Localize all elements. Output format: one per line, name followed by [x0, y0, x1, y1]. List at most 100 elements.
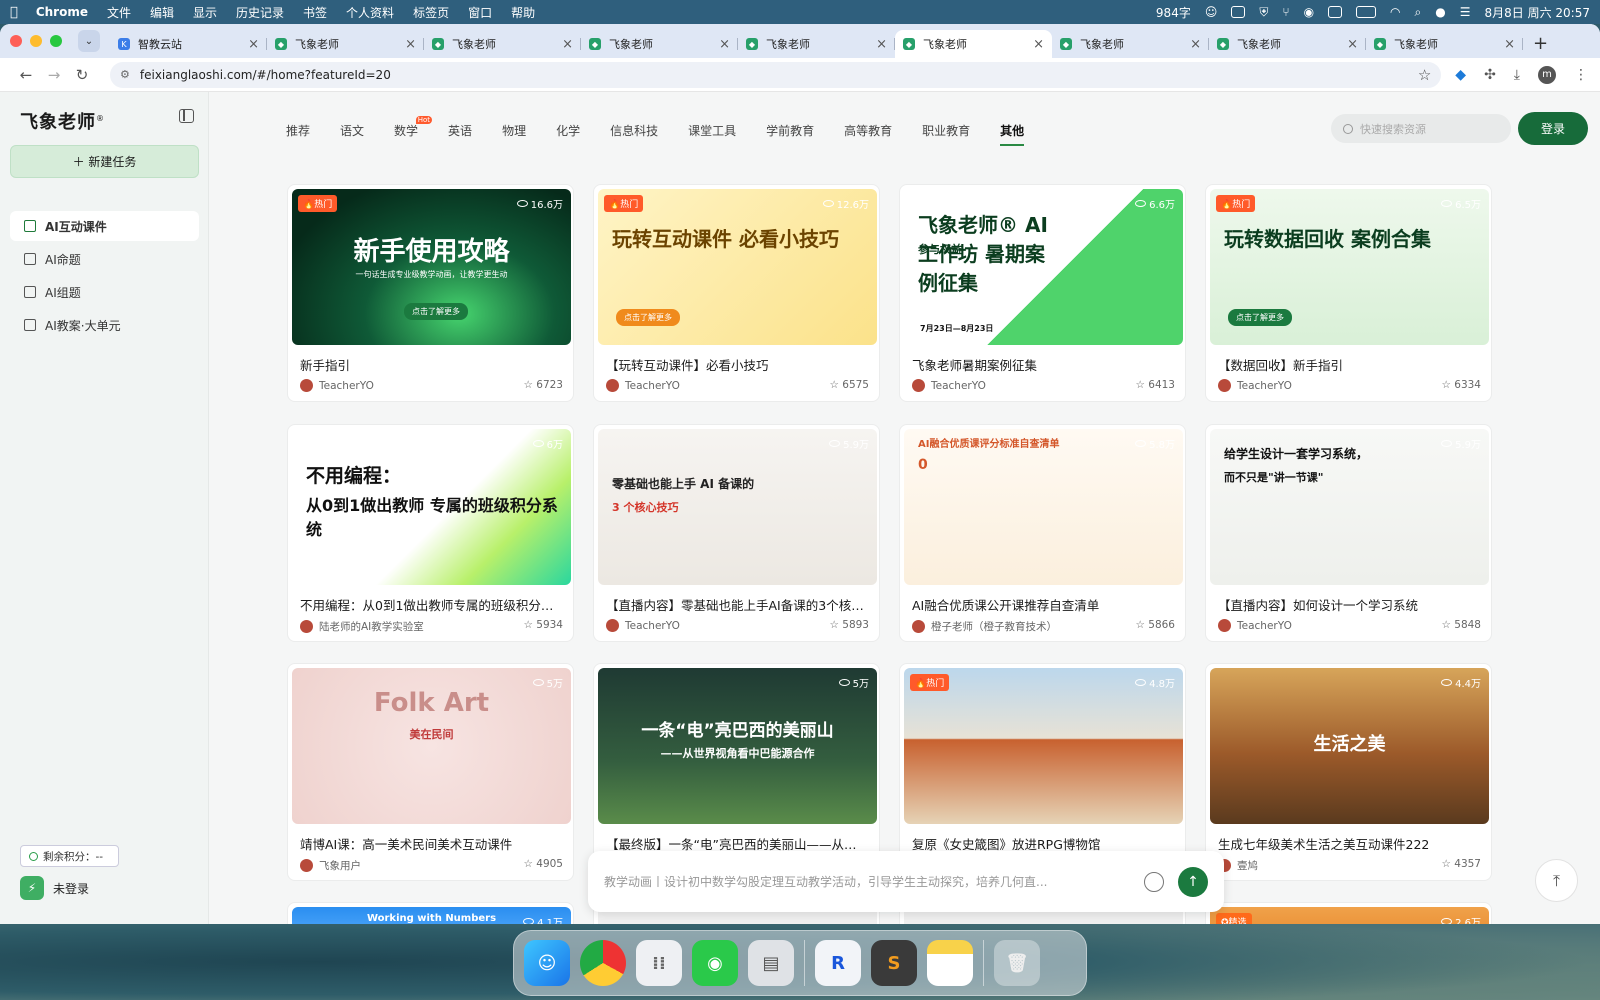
- card-likes[interactable]: ☆ 5893: [830, 619, 870, 631]
- menu-tabs[interactable]: 标签页: [413, 4, 449, 21]
- word-count-status[interactable]: 984字: [1156, 4, 1191, 21]
- card-author[interactable]: 壹鸠: [1218, 858, 1258, 873]
- card-author[interactable]: TeacherYO: [606, 619, 680, 632]
- maximize-window-button[interactable]: [50, 35, 62, 47]
- browser-tab-6[interactable]: ◆ 飞象老师 ×: [1052, 30, 1209, 58]
- courseware-card[interactable]: 🔥热门4.8万复原《女史箴图》放进RPG博物馆安大老师Answers☆ 4362: [899, 663, 1186, 881]
- courseware-card[interactable]: 不用编程： 从0到1做出教师 专属的班级积分系统 6万 不用编程：从0到1做出教师专属…: [287, 424, 574, 642]
- close-window-button[interactable]: [10, 35, 22, 47]
- card-author[interactable]: TeacherYO: [606, 379, 680, 392]
- emoji-icon[interactable]: ☺: [1205, 5, 1218, 19]
- browser-tab-0[interactable]: K 智教云站 ×: [110, 30, 267, 58]
- courseware-card[interactable]: Working with Numbers 4.1万: [287, 902, 574, 924]
- fork-icon[interactable]: ⑂: [1282, 5, 1289, 19]
- browser-tab-2[interactable]: ◆ 飞象老师 ×: [424, 30, 581, 58]
- card-likes[interactable]: ☆ 6413: [1136, 379, 1176, 391]
- courseware-card[interactable]: ✪精选 2.6万: [1205, 902, 1492, 924]
- menu-bookmarks[interactable]: 书签: [303, 4, 327, 21]
- category-tab-1[interactable]: 语文: [340, 122, 364, 139]
- brand-logo[interactable]: 飞象老师®: [20, 108, 105, 134]
- courseware-card[interactable]: 玩转数据回收 案例合集 点击了解更多 🔥热门 6.5万 【数据回收】新手指引 Teache…: [1205, 184, 1492, 402]
- sidebar-item-ai-courseware[interactable]: AI互动课件: [10, 211, 199, 241]
- wifi-icon[interactable]: ◠: [1390, 5, 1400, 19]
- courseware-card[interactable]: AI融合优质课评分标准自查清单 0 5.8万 AI融合优质课公开课推荐自查清单 橙子老师…: [899, 424, 1186, 642]
- login-button[interactable]: 登录: [1518, 112, 1588, 145]
- category-tab-2[interactable]: 数学 Hot: [394, 116, 433, 139]
- menu-history[interactable]: 历史记录: [236, 4, 284, 21]
- tab-close-icon[interactable]: ×: [248, 37, 259, 52]
- browser-tab-3[interactable]: ◆ 飞象老师 ×: [581, 30, 738, 58]
- courseware-card[interactable]: 零基础也能上手 AI 备课的 3 个核心技巧 5.9万 【直播内容】零基础也能上手AI…: [593, 424, 880, 642]
- apple-icon[interactable]: : [10, 5, 18, 20]
- category-tab-4[interactable]: 物理: [502, 122, 526, 139]
- category-tab-6[interactable]: 信息科技: [610, 122, 658, 139]
- courseware-card[interactable]: Folk Art 美在民间 5万 靖博AI课：高一美术民间美术互动课件 飞象用户 ☆ 49…: [287, 663, 574, 881]
- category-tab-7[interactable]: 课堂工具: [688, 122, 736, 139]
- battery-icon[interactable]: [1356, 6, 1377, 18]
- user-login-state[interactable]: ⚡ 未登录: [20, 876, 89, 900]
- card-likes[interactable]: ☆ 4357: [1442, 858, 1482, 870]
- extension-icon[interactable]: ◆: [1455, 67, 1466, 83]
- courseware-card[interactable]: 给学生设计一套学习系统， 而不只是"讲一节课" 5.9万 【直播内容】如何设计一个学习…: [1205, 424, 1492, 642]
- category-tab-9[interactable]: 高等教育: [844, 122, 892, 139]
- reload-icon[interactable]: ↻: [68, 66, 96, 84]
- card-author[interactable]: 陆老师的AI教学实验室: [300, 619, 424, 634]
- category-tab-11[interactable]: 其他: [1000, 122, 1025, 146]
- tab-close-icon[interactable]: ×: [1033, 37, 1044, 52]
- browser-tab-1[interactable]: ◆ 飞象老师 ×: [267, 30, 424, 58]
- address-bar[interactable]: ⚙ feixianglaoshi.com/#/home?featureId=20…: [110, 61, 1442, 88]
- card-likes[interactable]: ☆ 4905: [524, 858, 564, 870]
- tab-close-icon[interactable]: ×: [1190, 37, 1201, 52]
- notes-icon[interactable]: [927, 940, 973, 986]
- tab-close-icon[interactable]: ×: [1347, 37, 1358, 52]
- sidebar-collapse-icon[interactable]: [179, 109, 194, 123]
- send-arrow-icon[interactable]: ↑: [1178, 866, 1208, 897]
- bookmark-star-icon[interactable]: ☆: [1418, 66, 1431, 84]
- shield-icon[interactable]: ⛨: [1259, 5, 1268, 20]
- menu-file[interactable]: 文件: [107, 4, 131, 21]
- card-likes[interactable]: ☆ 6723: [524, 379, 564, 391]
- sidebar-item-ai-assemble[interactable]: AI组题: [10, 277, 199, 307]
- menu-app-name[interactable]: Chrome: [36, 5, 88, 19]
- r-app-icon[interactable]: R: [815, 940, 861, 986]
- menu-view[interactable]: 显示: [193, 4, 217, 21]
- resource-search-input[interactable]: 快速搜索资源: [1331, 114, 1511, 143]
- card-author[interactable]: TeacherYO: [1218, 619, 1292, 632]
- tab-search-chevron-icon[interactable]: ⌄: [78, 30, 100, 52]
- courseware-card[interactable]: 新手使用攻略 一句话生成专业级教学动画，让教学更生动 点击了解更多 🔥热门 16.6万新…: [287, 184, 574, 402]
- preview-icon[interactable]: ▤: [748, 940, 794, 986]
- menu-profiles[interactable]: 个人资料: [346, 4, 394, 21]
- courseware-card[interactable]: 玩转互动课件 必看小技巧 点击了解更多 🔥热门 12.6万 【玩转互动课件】必看小技巧 T…: [593, 184, 880, 402]
- siri-icon[interactable]: ●: [1435, 5, 1445, 19]
- menu-window[interactable]: 窗口: [468, 4, 492, 21]
- card-likes[interactable]: ☆ 6575: [830, 379, 870, 391]
- card-author[interactable]: 橙子老师（橙子教育技术）: [912, 619, 1057, 634]
- extensions-puzzle-icon[interactable]: ✣: [1484, 67, 1496, 83]
- category-tab-3[interactable]: 英语: [448, 122, 472, 139]
- trash-icon[interactable]: 🗑: [994, 940, 1040, 986]
- finder-icon[interactable]: ☺: [524, 940, 570, 986]
- new-tab-plus-icon[interactable]: +: [1533, 33, 1548, 54]
- sync-icon[interactable]: [1328, 6, 1343, 18]
- courseware-card[interactable]: 一条“电”亮巴西的美丽山 ——从世界视角看中巴能源合作 5万 【最终版】一条“电”亮巴…: [593, 663, 880, 881]
- menubar-clock[interactable]: 8月8日 周六 20:57: [1485, 4, 1590, 21]
- category-tab-0[interactable]: 推荐: [286, 122, 310, 139]
- menu-help[interactable]: 帮助: [511, 4, 535, 21]
- control-center-icon[interactable]: ☰: [1460, 5, 1471, 19]
- browser-tab-5[interactable]: ◆ 飞象老师 ×: [895, 30, 1052, 58]
- profile-avatar[interactable]: m: [1538, 65, 1556, 84]
- back-arrow-icon[interactable]: ←: [12, 66, 40, 84]
- wechat-icon[interactable]: ◉: [1304, 5, 1314, 19]
- tab-close-icon[interactable]: ×: [719, 37, 730, 52]
- tab-close-icon[interactable]: ×: [876, 37, 887, 52]
- category-tab-8[interactable]: 学前教育: [766, 122, 814, 139]
- tab-close-icon[interactable]: ×: [1504, 37, 1515, 52]
- category-tab-10[interactable]: 职业教育: [922, 122, 970, 139]
- chrome-icon[interactable]: [580, 940, 626, 986]
- tab-close-icon[interactable]: ×: [562, 37, 573, 52]
- card-author[interactable]: 飞象用户: [300, 858, 361, 873]
- remaining-points[interactable]: 剩余积分：--: [20, 845, 119, 867]
- card-author[interactable]: TeacherYO: [912, 379, 986, 392]
- card-likes[interactable]: ☆ 6334: [1442, 379, 1482, 391]
- courseware-card[interactable]: 飞象老师® AI 工作坊 暑期案例征集 参与权益 7月23日—8月23日 6.6万 飞象…: [899, 184, 1186, 402]
